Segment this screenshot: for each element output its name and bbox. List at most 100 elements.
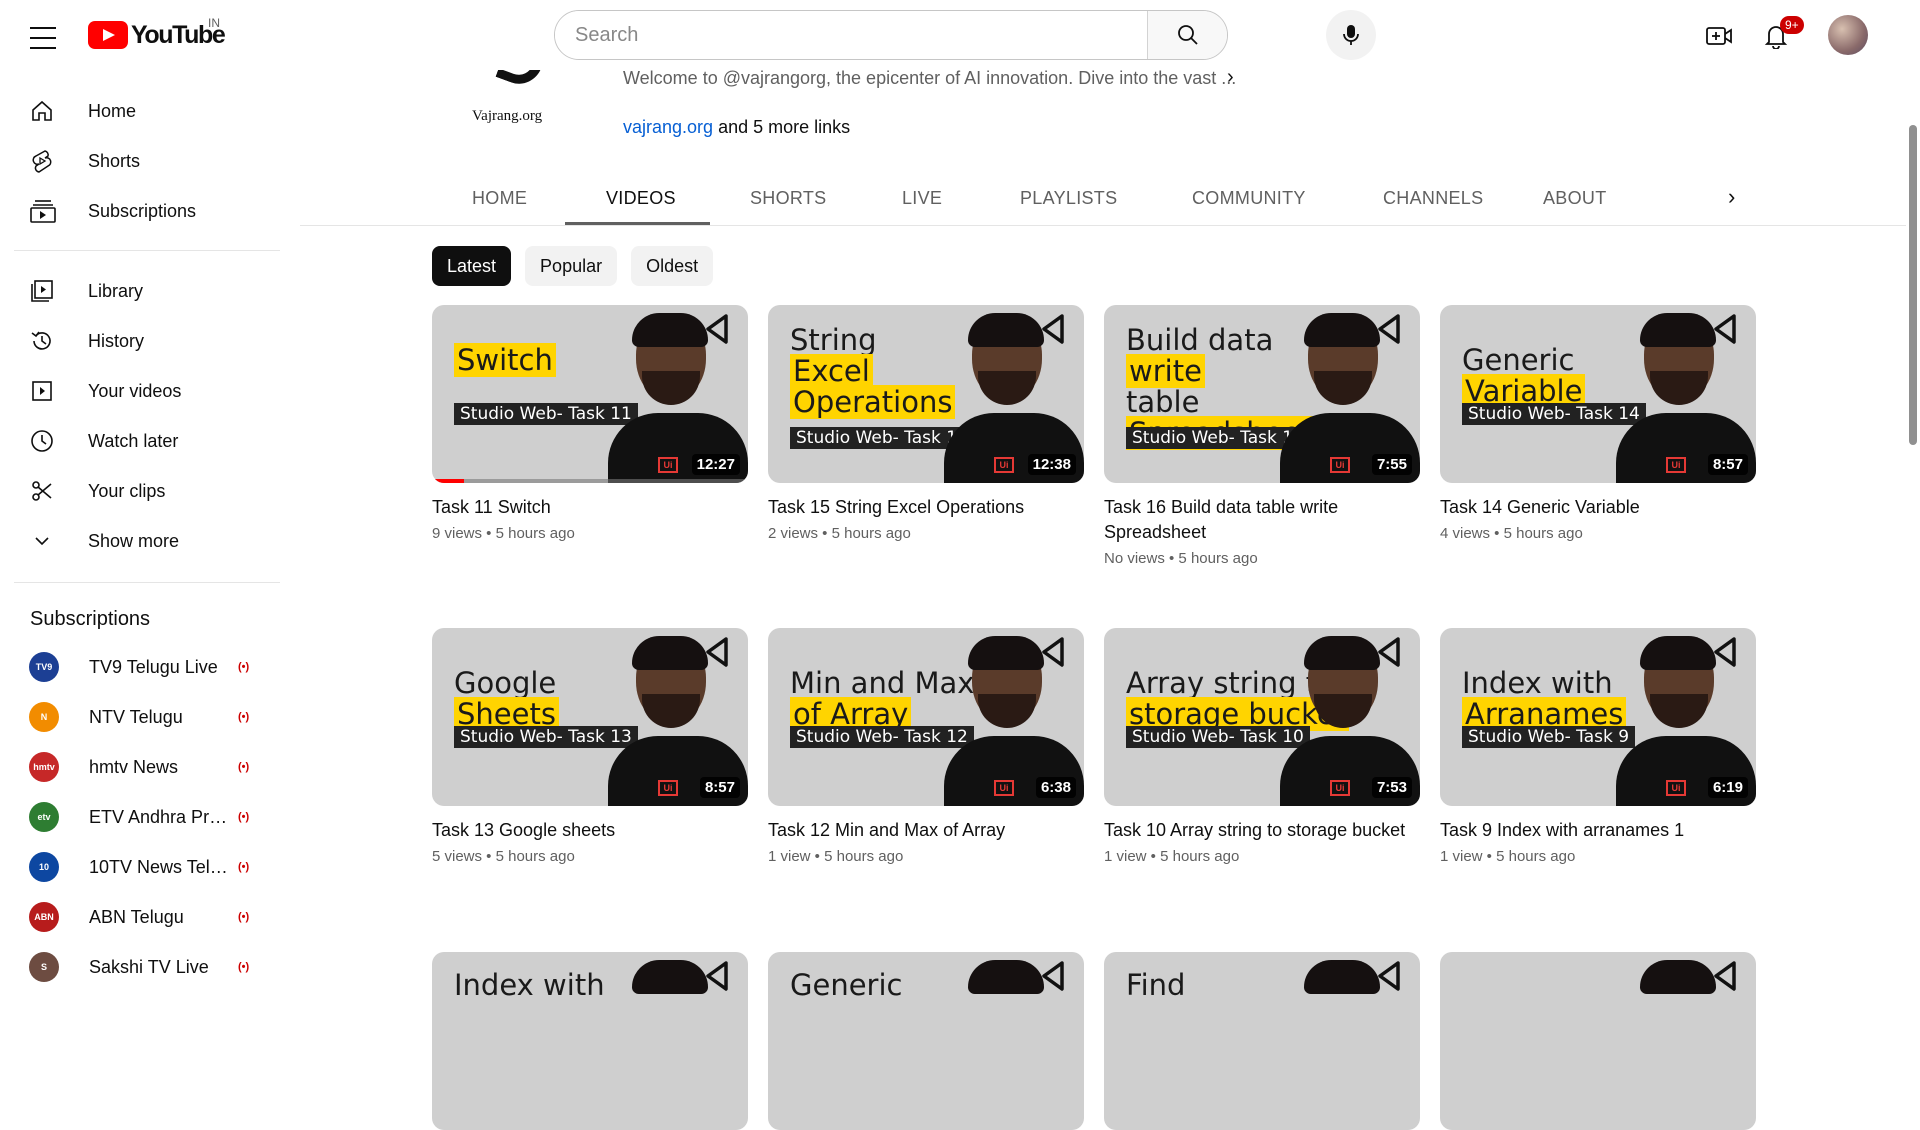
video-card[interactable]: Google Sheets Studio Web- Task 13 Ui 8:57 Tas… (432, 628, 748, 865)
video-title[interactable]: Task 9 Index with arranames 1 (1440, 818, 1756, 843)
thumbnail-subtitle: Studio Web- Task 14 (1462, 403, 1646, 425)
tab-videos[interactable]: VIDEOS (606, 188, 676, 209)
chip-latest[interactable]: Latest (432, 246, 512, 286)
more-links[interactable]: and 5 more links (718, 117, 850, 137)
sidebar-item-your-clips[interactable]: Your clips (14, 466, 280, 516)
voice-search-button[interactable] (1326, 10, 1376, 60)
subscription-channel[interactable]: 10 10TV News Telugu (•) (14, 842, 280, 892)
tab-channels[interactable]: CHANNELS (1383, 188, 1483, 209)
channel-link[interactable]: vajrang.org (623, 117, 713, 137)
video-thumbnail[interactable]: Index with (432, 952, 748, 1130)
create-video-icon (1706, 27, 1732, 45)
subscription-channel[interactable]: ABN ABN Telugu (•) (14, 892, 280, 942)
account-avatar[interactable] (1828, 15, 1868, 55)
sidebar-item-library[interactable]: Library (14, 266, 280, 316)
sidebar-item-history[interactable]: History (14, 316, 280, 366)
video-card[interactable]: Index with (432, 952, 748, 1130)
thumbnail-text: Index with (454, 968, 605, 1002)
uipath-logo: Ui (1666, 457, 1686, 473)
video-card[interactable]: Switch Studio Web- Task 11 Ui 12:27 Task 11 … (432, 305, 748, 542)
video-card[interactable]: Array string to storage bucket Studio Web-… (1104, 628, 1420, 865)
tabs-scroll-right-icon[interactable]: › (1728, 184, 1735, 210)
video-card[interactable]: Generic Variable Studio Web- Task 14 Ui 8:57… (1440, 305, 1756, 542)
create-button[interactable] (1699, 16, 1739, 56)
chip-popular[interactable]: Popular (525, 246, 618, 286)
subscription-channel[interactable]: etv ETV Andhra Pradesh (•) (14, 792, 280, 842)
tab-shorts[interactable]: SHORTS (750, 188, 826, 209)
channel-watermark-icon (1042, 961, 1064, 991)
thumbnail-subtitle: Studio Web- Task 12 (790, 726, 974, 748)
thumbnail-highlight: Operations (790, 385, 956, 419)
sidebar-item-home[interactable]: Home (14, 86, 280, 136)
channel-description[interactable]: Welcome to @vajrangorg, the epicenter of… (623, 68, 1236, 89)
channel-name: 10TV News Telugu (89, 856, 234, 877)
video-duration: 8:57 (699, 777, 740, 798)
video-card[interactable]: Generic (768, 952, 1084, 1130)
video-card[interactable]: Find (1104, 952, 1420, 1130)
menu-icon[interactable] (30, 22, 60, 49)
tab-about[interactable]: ABOUT (1543, 188, 1607, 209)
channel-avatar: TV9 (29, 652, 59, 682)
channel-page: Vajrang.org Welcome to @vajrangorg, the … (300, 0, 1920, 1130)
video-title[interactable]: Task 10 Array string to storage bucket (1104, 818, 1420, 843)
video-title[interactable]: Task 13 Google sheets (432, 818, 748, 843)
video-card[interactable] (1440, 952, 1756, 1130)
video-card[interactable]: Build datawritetableSpreadsheetStudio We… (1104, 305, 1420, 567)
tab-playlists[interactable]: PLAYLISTS (1020, 188, 1117, 209)
subscription-channel[interactable]: TV9 TV9 Telugu Live (•) (14, 642, 280, 692)
channel-name: Sakshi TV Live (89, 956, 209, 977)
tab-home[interactable]: HOME (472, 188, 527, 209)
video-thumbnail[interactable]: String Excel Operations Studio Web- Task 15… (768, 305, 1084, 483)
video-title[interactable]: Task 11 Switch (432, 495, 748, 520)
live-icon: (•) (238, 961, 250, 973)
scrollbar-thumb[interactable] (1909, 125, 1917, 445)
subscription-channel[interactable]: N NTV Telugu (•) (14, 692, 280, 742)
video-thumbnail[interactable] (1440, 952, 1756, 1130)
video-thumbnail[interactable]: Array string to storage bucket Studio Web-… (1104, 628, 1420, 806)
tab-live[interactable]: LIVE (902, 188, 942, 209)
presenter-hair (632, 960, 708, 994)
channel-watermark-icon (706, 314, 728, 344)
video-title[interactable]: Task 12 Min and Max of Array (768, 818, 1084, 843)
chip-oldest[interactable]: Oldest (631, 246, 714, 286)
shorts-icon (32, 150, 52, 173)
channel-tabs: HOME VIDEOS SHORTS LIVE PLAYLISTS COMMUN… (300, 172, 1920, 226)
video-title[interactable]: Task 16 Build data table write Spreadshe… (1104, 495, 1420, 545)
video-duration: 6:19 (1707, 777, 1748, 798)
search-input[interactable] (555, 11, 1147, 59)
presenter-beard (1650, 371, 1708, 405)
watch-progress-bar (432, 479, 748, 483)
video-thumbnail[interactable]: Switch Studio Web- Task 11 Ui 12:27 (432, 305, 748, 483)
video-card[interactable]: Index with Arranames Studio Web- Task 9 Ui 6… (1440, 628, 1756, 865)
video-thumbnail[interactable]: Index with Arranames Studio Web- Task 9 Ui 6… (1440, 628, 1756, 806)
channel-watermark-icon (706, 637, 728, 667)
sidebar-item-watch-later[interactable]: Watch later (14, 416, 280, 466)
youtube-logo[interactable]: YouTube IN (88, 16, 226, 52)
thumbnail-line: Build data (1126, 323, 1274, 357)
video-thumbnail[interactable]: Find (1104, 952, 1420, 1130)
sidebar-item-shorts[interactable]: Shorts (14, 136, 280, 186)
presenter-beard (978, 694, 1036, 728)
video-card[interactable]: Min and Max of Array Studio Web- Task 12 Ui… (768, 628, 1084, 865)
sidebar-show-more[interactable]: Show more (14, 516, 280, 566)
video-thumbnail[interactable]: Build datawritetableSpreadsheetStudio We… (1104, 305, 1420, 483)
channel-watermark-icon (706, 961, 728, 991)
sidebar-item-subscriptions[interactable]: Subscriptions (14, 186, 280, 236)
video-thumbnail[interactable]: Google Sheets Studio Web- Task 13 Ui 8:57 (432, 628, 748, 806)
video-thumbnail[interactable]: Min and Max of Array Studio Web- Task 12 Ui… (768, 628, 1084, 806)
sidebar-item-your-videos[interactable]: Your videos (14, 366, 280, 416)
video-title[interactable]: Task 15 String Excel Operations (768, 495, 1084, 520)
video-title[interactable]: Task 14 Generic Variable (1440, 495, 1756, 520)
video-thumbnail[interactable]: Generic (768, 952, 1084, 1130)
video-card[interactable]: String Excel Operations Studio Web- Task 15… (768, 305, 1084, 542)
subscription-channel[interactable]: S Sakshi TV Live (•) (14, 942, 280, 992)
presenter-hair (1304, 313, 1380, 347)
video-thumbnail[interactable]: Generic Variable Studio Web- Task 14 Ui 8:57 (1440, 305, 1756, 483)
sidebar-item-label: Home (88, 100, 137, 121)
subscription-channel[interactable]: hmtv hmtv News (•) (14, 742, 280, 792)
tab-community[interactable]: COMMUNITY (1192, 188, 1306, 209)
search-button[interactable] (1147, 11, 1227, 59)
video-metadata: 5 views • 5 hours ago (432, 848, 575, 865)
channel-avatar: S (29, 952, 59, 982)
channel-watermark-icon (1714, 637, 1736, 667)
